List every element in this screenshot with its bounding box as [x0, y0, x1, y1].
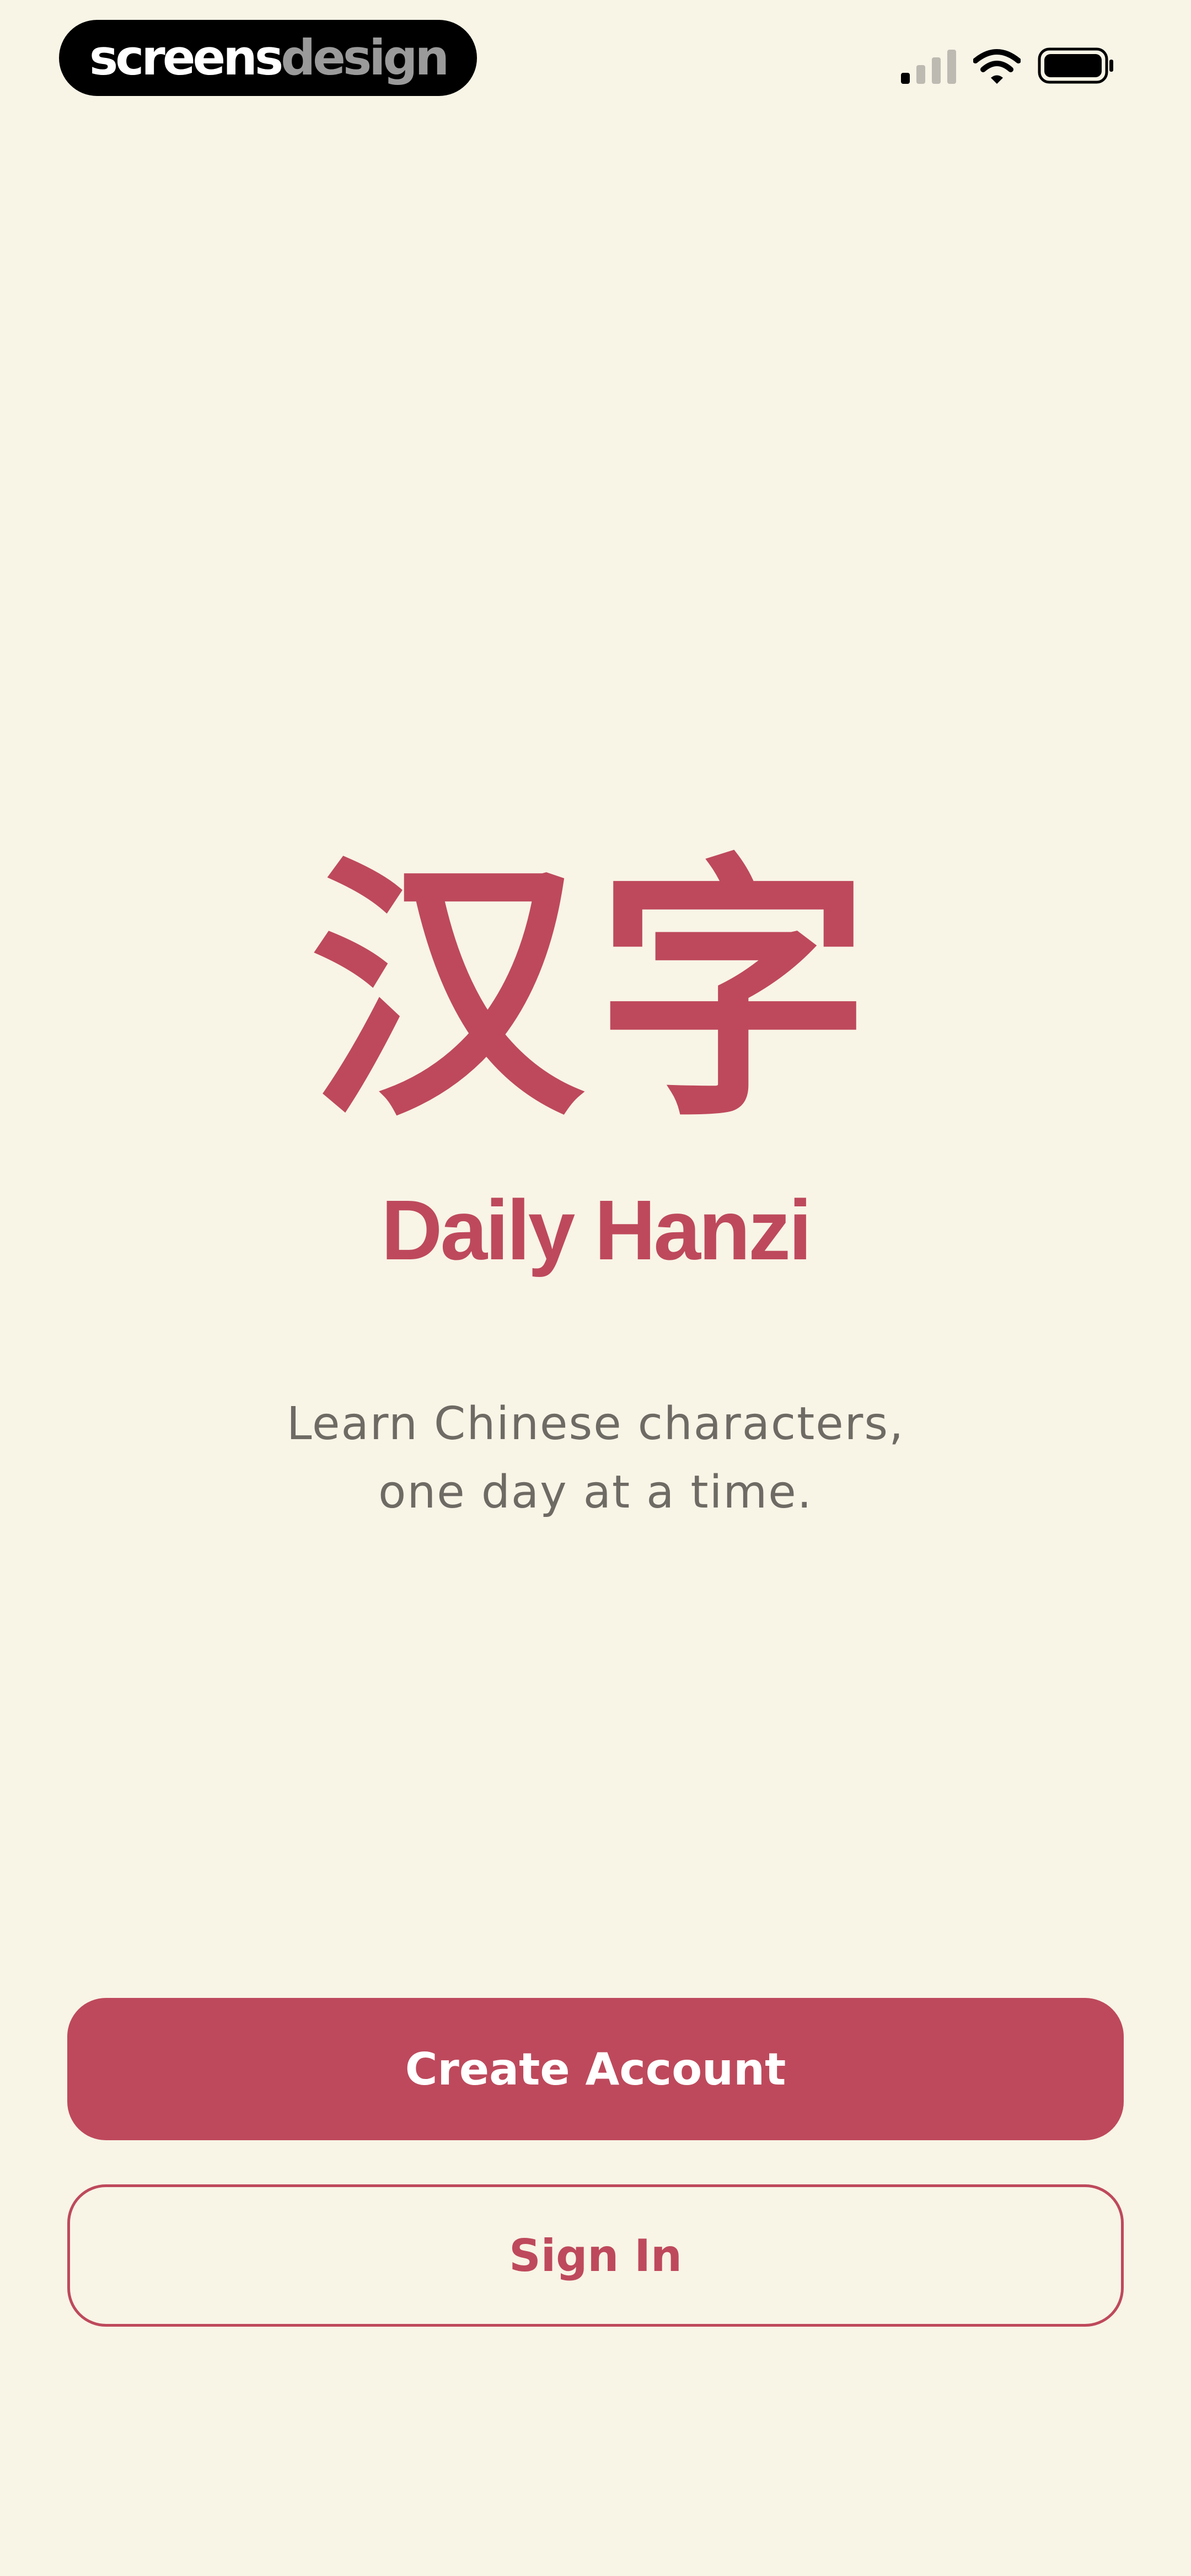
sign-in-button[interactable]: Sign In — [67, 2184, 1124, 2327]
status-bar: screens design — [0, 0, 1191, 116]
tagline-line-2: one day at a time. — [378, 1466, 813, 1519]
tagline: Learn Chinese characters, one day at a t… — [0, 1390, 1191, 1527]
create-account-button[interactable]: Create Account — [67, 1998, 1124, 2140]
app-title: Daily Hanzi — [381, 1183, 812, 1278]
battery-icon — [1038, 47, 1113, 84]
brand-text-design: design — [281, 29, 449, 86]
cellular-signal-icon — [901, 50, 956, 84]
brand-text-screens: screens — [89, 29, 283, 86]
screensdesign-badge: screens design — [59, 20, 477, 96]
wifi-icon — [973, 49, 1021, 84]
hero-section: 汉字 — [0, 838, 1191, 1147]
tagline-line-1: Learn Chinese characters, — [286, 1398, 905, 1450]
hanzi-logo: 汉字 — [309, 832, 882, 1153]
